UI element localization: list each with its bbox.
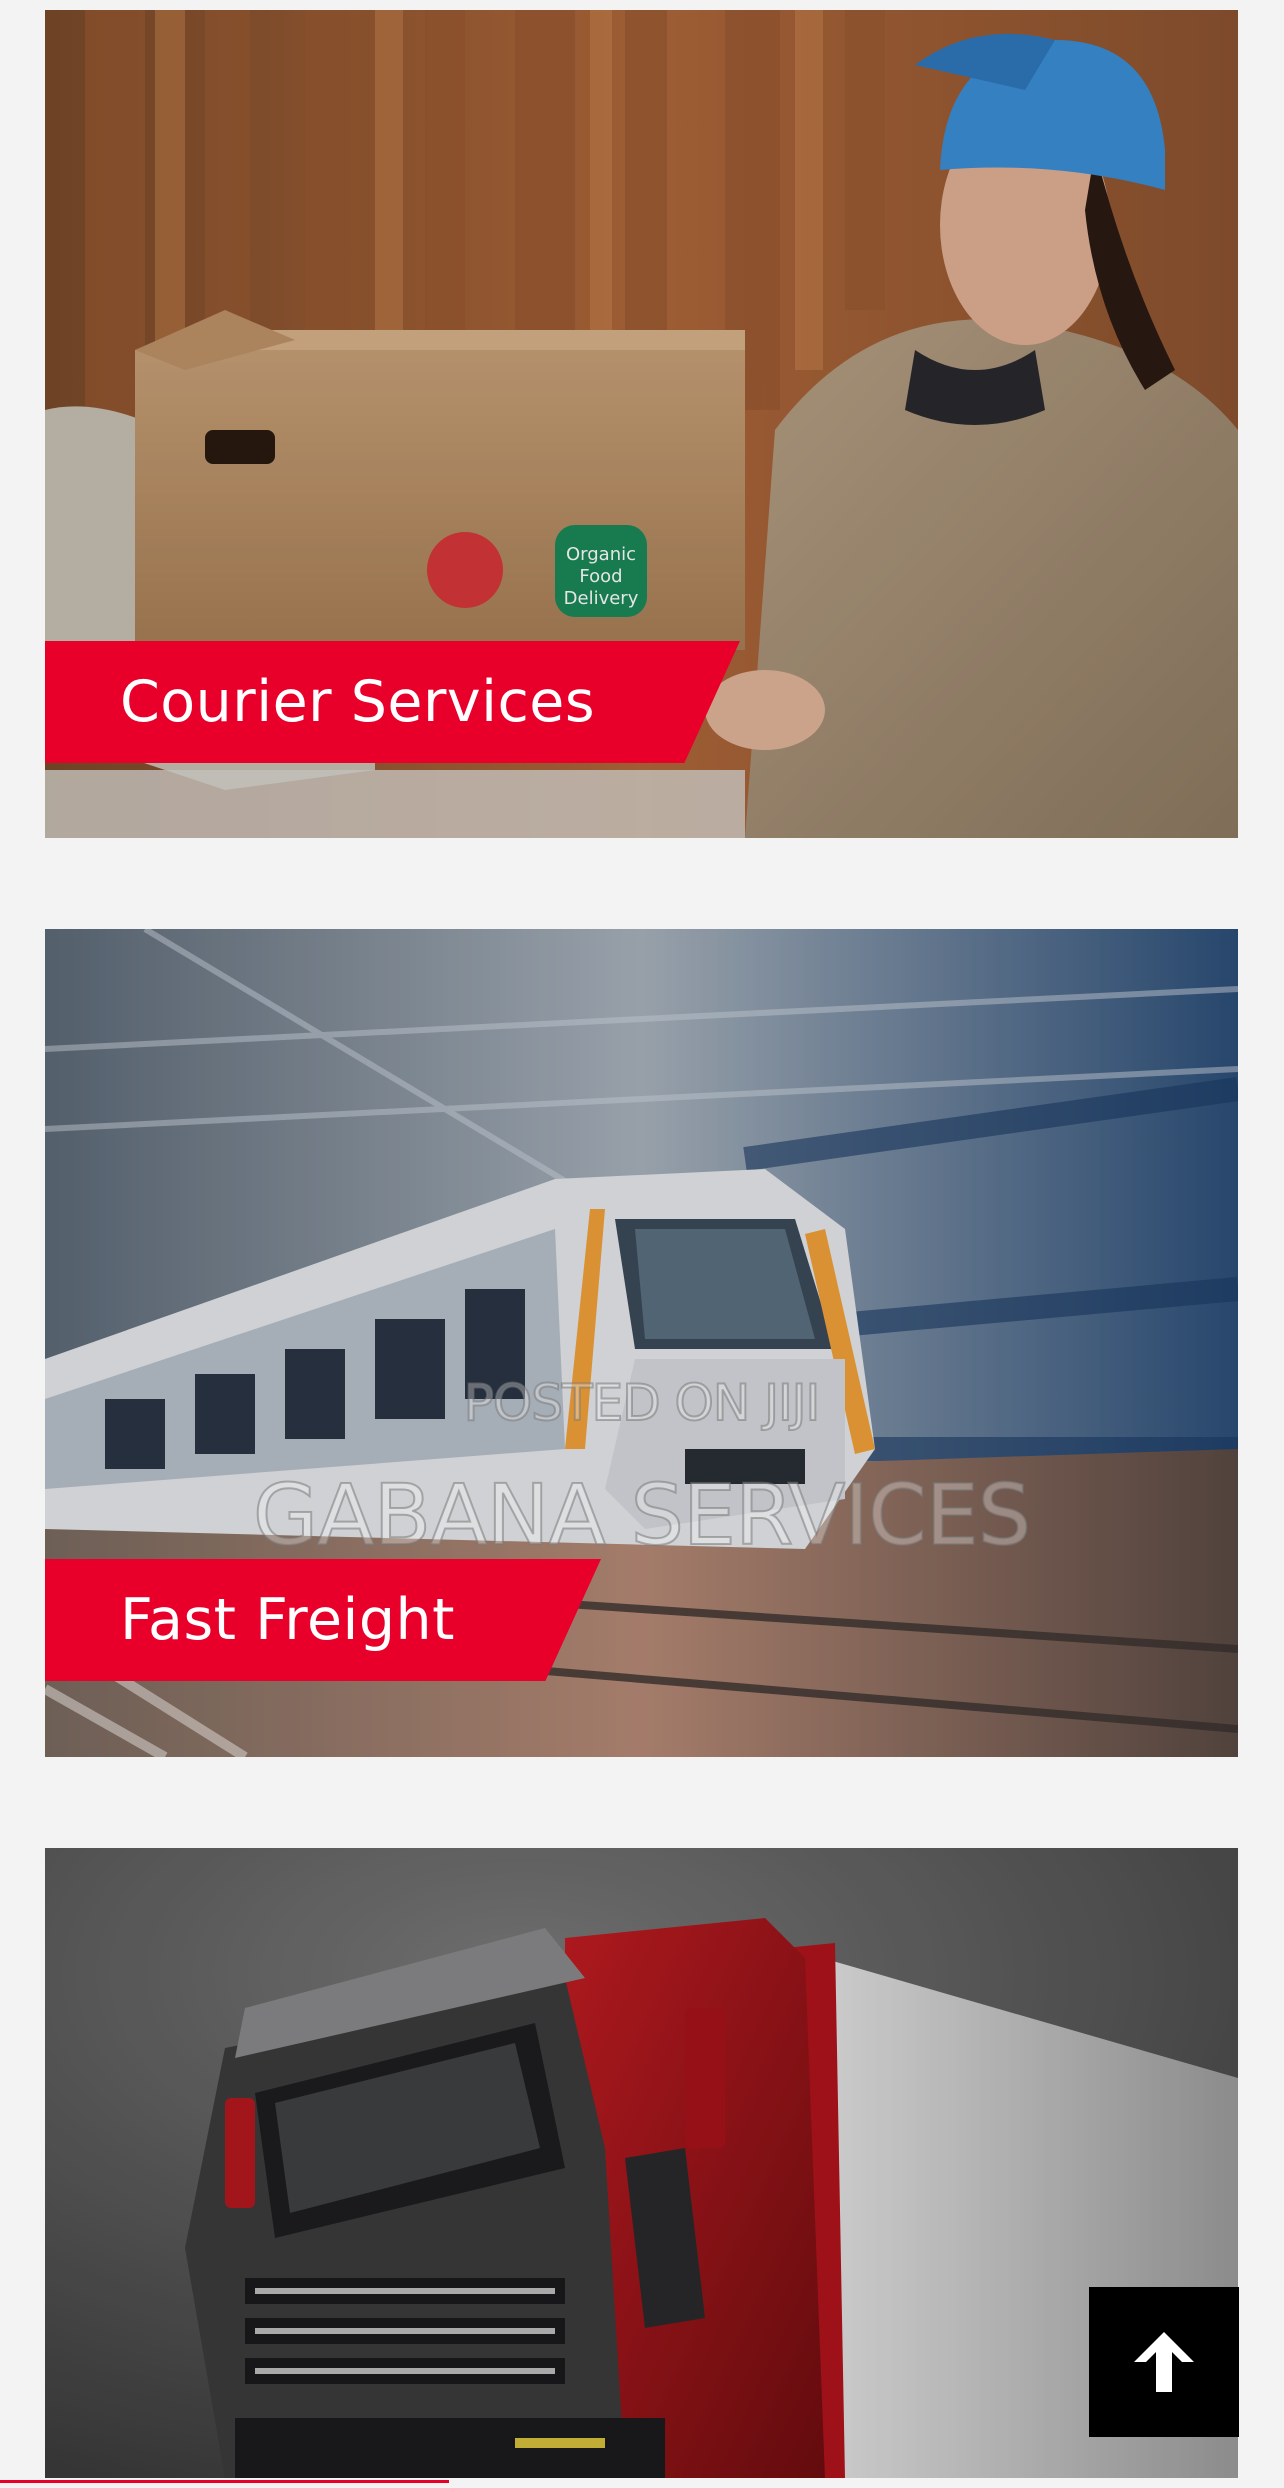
page: Organic Food Delivery Courier Services P… [0,0,1284,2488]
scroll-progress-bar [0,2478,1284,2488]
card-title-banner: Fast Freight [45,1559,601,1681]
card-title: Fast Freight [120,1587,456,1653]
scroll-progress-fill [0,2480,450,2483]
service-card-courier[interactable]: Organic Food Delivery Courier Services [45,10,1238,838]
card-title: Courier Services [120,669,596,735]
svg-text:Organic: Organic [566,544,636,565]
arrow-up-icon [1134,2332,1194,2392]
truck-photo [45,1848,1238,2478]
service-card-freight[interactable]: POSTED ON JIJI GABANA SERVICES Fast Frei… [45,929,1238,1757]
scroll-to-top-button[interactable] [1089,2287,1239,2437]
service-card-truck[interactable] [45,1848,1238,2478]
svg-text:Delivery: Delivery [564,588,639,609]
svg-text:Food: Food [579,566,622,587]
card-title-banner: Courier Services [45,641,740,763]
